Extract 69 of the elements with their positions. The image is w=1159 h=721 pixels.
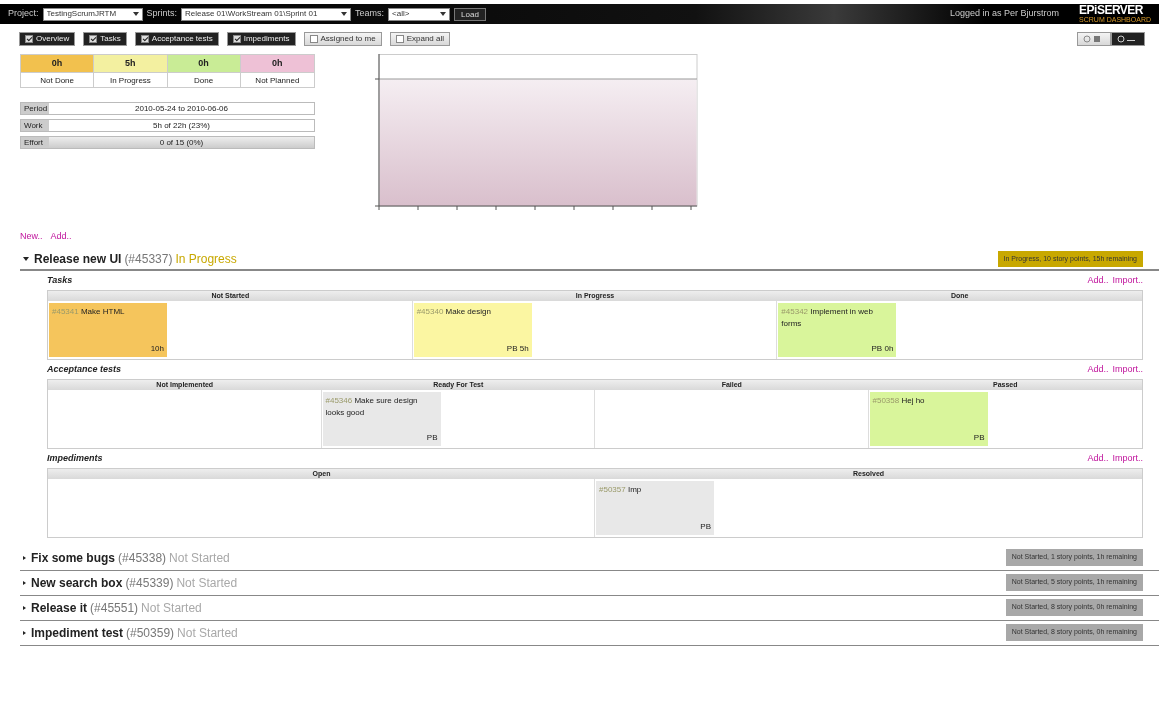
filter-toggle[interactable]: Tasks xyxy=(83,32,127,46)
task-card[interactable]: #50358 Hej ho PB xyxy=(869,391,988,446)
story-id: (#45551) xyxy=(90,599,139,617)
task-card[interactable]: #50357 Imp PB xyxy=(596,480,714,535)
story-status: Not Started xyxy=(169,549,230,567)
field-label: Project: xyxy=(8,7,39,21)
action-link[interactable]: Add.. xyxy=(50,230,72,244)
board-title: Tasks xyxy=(47,274,73,287)
view-toggle[interactable] xyxy=(1077,32,1111,46)
story-id: (#45339) xyxy=(125,574,174,592)
info-value: 0 of 15 (0%) xyxy=(49,137,314,148)
info-label: Period xyxy=(21,103,49,114)
filter-toggle[interactable]: Assigned to me xyxy=(303,32,382,46)
summary-cell: 0h Done xyxy=(167,55,241,87)
action-link[interactable]: Add.. xyxy=(1087,452,1109,466)
story-id: (#45338) xyxy=(118,549,167,567)
task-card[interactable]: #45346 Make sure design looks good PB xyxy=(322,391,441,446)
action-link[interactable]: Import.. xyxy=(1112,363,1143,377)
story-id: (#45337) xyxy=(124,251,173,268)
summary-cell: 5h In Progress xyxy=(94,55,168,87)
list-view-icon xyxy=(1083,35,1103,43)
task-card[interactable]: #45341 Make HTML 10h xyxy=(49,302,167,357)
story-status: In Progress xyxy=(175,251,237,268)
story-status: Not Started xyxy=(141,599,202,617)
story-title[interactable]: Release it xyxy=(31,598,88,617)
info-value: 2010-05-24 to 2010-06-06 xyxy=(134,103,229,114)
select-field[interactable]: TestingScrumJRTM xyxy=(42,7,143,21)
expand-icon[interactable] xyxy=(23,605,26,610)
info-value: 5h of 22h (23%) xyxy=(152,120,211,131)
select-field[interactable]: Release 01\WorkStream 01\Sprint 01 xyxy=(181,7,352,21)
summary-cell: 0h Not Planned xyxy=(240,55,314,87)
task-card[interactable]: #45340 Make design PB 5h xyxy=(413,302,532,357)
filter-toggle[interactable]: Overview xyxy=(19,32,76,46)
board-title: Impediments xyxy=(47,452,103,465)
story-title[interactable]: New search box xyxy=(31,573,123,592)
caret-icon xyxy=(440,12,447,16)
story-status: Not Started xyxy=(176,574,238,592)
story-title[interactable]: Fix some bugs xyxy=(31,548,116,567)
filter-toggle[interactable]: Impediments xyxy=(226,32,296,46)
field-label: Sprints: xyxy=(146,7,178,21)
story-status: Not Started xyxy=(177,624,238,642)
logo: EPiSERVER xyxy=(1079,4,1145,16)
expand-icon[interactable] xyxy=(23,630,26,635)
action-link[interactable]: Import.. xyxy=(1112,274,1143,288)
board-title: Acceptance tests xyxy=(47,363,122,376)
action-link[interactable]: Add.. xyxy=(1087,363,1109,377)
expand-icon[interactable] xyxy=(23,580,26,585)
load-button[interactable]: Load xyxy=(454,7,486,21)
task-card[interactable]: #45342 Implement in web forms PB 0h xyxy=(778,302,897,357)
field-label: Teams: xyxy=(355,7,385,21)
caret-icon xyxy=(341,12,348,16)
compact-view-icon xyxy=(1117,35,1137,43)
action-link[interactable]: Add.. xyxy=(1087,274,1109,288)
story-id: (#50359) xyxy=(126,624,175,642)
collapse-icon[interactable] xyxy=(23,257,29,261)
action-link[interactable]: New.. xyxy=(20,230,43,244)
caret-icon xyxy=(132,12,139,16)
expand-icon[interactable] xyxy=(23,555,26,560)
user-label: Logged in as Per Bjurstrom xyxy=(950,7,1060,21)
info-label: Effort xyxy=(21,137,49,148)
story-title[interactable]: Impediment test xyxy=(31,623,123,642)
view-toggle[interactable] xyxy=(1111,32,1145,46)
action-link[interactable]: Import.. xyxy=(1112,452,1143,466)
summary-cell: 0h Not Done xyxy=(21,55,95,87)
info-label: Work xyxy=(21,120,49,131)
select-field[interactable]: <all> xyxy=(388,7,451,21)
filter-toggle[interactable]: Acceptance tests xyxy=(134,32,219,46)
filter-toggle[interactable]: Expand all xyxy=(389,32,450,46)
story-title[interactable]: Release new UI xyxy=(34,250,122,268)
